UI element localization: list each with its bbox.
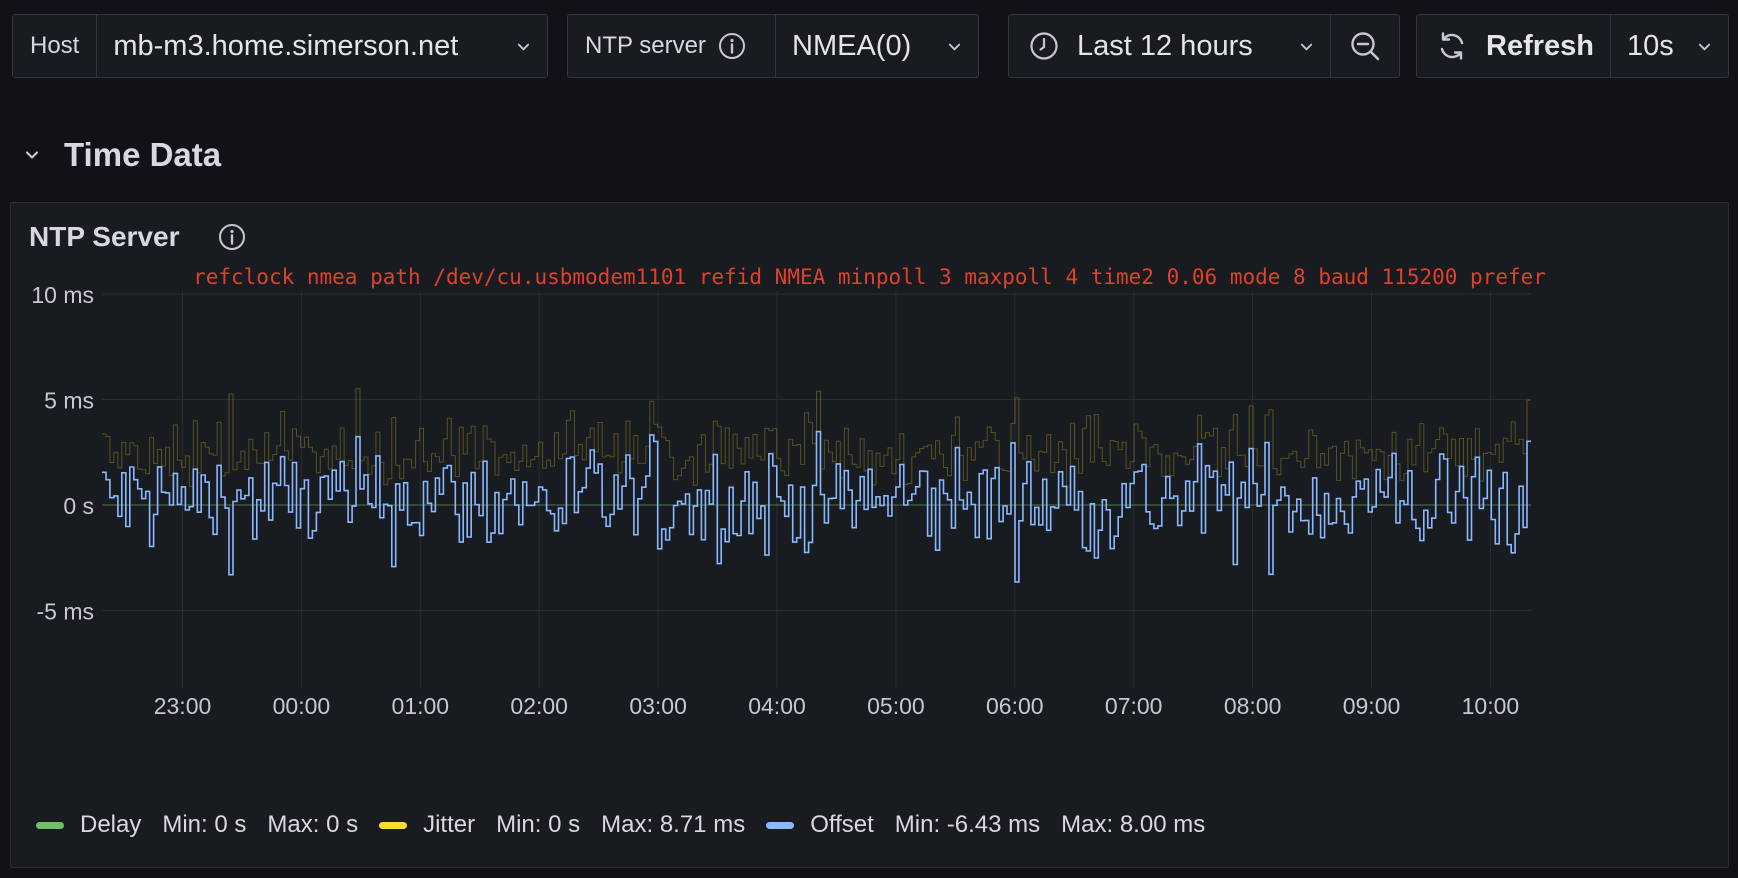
x-tick-label: 04:00	[748, 693, 806, 719]
row-title: Time Data	[64, 136, 222, 173]
refresh-button[interactable]: Refresh	[1417, 15, 1610, 77]
y-tick-label: 10 ms	[31, 282, 94, 308]
legend-max: Max: 8.00 ms	[1061, 811, 1206, 838]
x-axis: 23:00 00:00 01:00 02:00 03:00 04:00 05:00 06:00…	[154, 693, 1519, 719]
x-tick-label: 00:00	[273, 693, 331, 719]
host-value: mb-m3.home.simerson.net	[113, 29, 459, 62]
chart-series	[102, 388, 1531, 583]
x-tick-label: 01:00	[392, 693, 450, 719]
x-tick-label: 09:00	[1343, 693, 1401, 719]
ntp-server-picker: NTP server NMEA(0)	[567, 14, 979, 78]
legend-min: Min: 0 s	[162, 811, 247, 838]
refresh-interval-select[interactable]: 10s	[1610, 15, 1728, 77]
legend-max: Max: 0 s	[267, 811, 359, 838]
x-tick-label: 02:00	[510, 693, 568, 719]
clock-icon	[1029, 31, 1059, 61]
chevron-down-icon	[24, 147, 40, 163]
refresh-label: Refresh	[1486, 29, 1594, 62]
refresh-picker: Refresh 10s	[1416, 14, 1729, 78]
zoom-out-button[interactable]	[1330, 15, 1399, 77]
x-tick-label: 03:00	[629, 693, 687, 719]
ntp-server-panel: NTP Server refclock nmea path /dev/cu.us…	[10, 202, 1729, 868]
legend-name: Delay	[80, 811, 142, 838]
x-tick-label: 05:00	[867, 693, 925, 719]
x-tick-label: 23:00	[154, 693, 212, 719]
x-tick-label: 10:00	[1462, 693, 1520, 719]
chevron-down-icon	[1299, 39, 1314, 54]
info-icon[interactable]	[718, 32, 746, 60]
time-range-picker: Last 12 hours	[1008, 14, 1400, 78]
time-range-button[interactable]: Last 12 hours	[1009, 15, 1330, 77]
legend-swatch	[766, 821, 795, 829]
ntp-server-label: NTP server	[568, 15, 775, 77]
refresh-interval-value: 10s	[1627, 29, 1674, 62]
x-tick-label: 07:00	[1105, 693, 1163, 719]
x-tick-label: 08:00	[1224, 693, 1282, 719]
legend-item-jitter[interactable]: Jitter Min: 0 s Max: 8.71 ms	[379, 811, 745, 839]
time-range-label: Last 12 hours	[1077, 29, 1253, 62]
y-tick-label: 0 s	[63, 493, 94, 519]
host-label: Host	[13, 15, 97, 77]
legend-item-offset[interactable]: Offset Min: -6.43 ms Max: 8.00 ms	[766, 811, 1205, 839]
legend-max: Max: 8.71 ms	[601, 811, 746, 838]
host-picker: Host mb-m3.home.simerson.net	[12, 14, 548, 78]
refresh-icon	[1436, 30, 1468, 62]
x-tick-label: 06:00	[986, 693, 1044, 719]
legend-swatch	[379, 821, 408, 829]
y-axis: 10 ms 5 ms 0 s -5 ms	[31, 282, 94, 625]
zoom-out-icon	[1349, 30, 1381, 62]
chevron-down-icon	[1697, 39, 1712, 54]
legend-item-delay[interactable]: Delay Min: 0 s Max: 0 s	[36, 811, 358, 839]
row-header-time-data[interactable]: Time Data	[24, 132, 221, 178]
ntp-server-value: NMEA(0)	[792, 29, 912, 62]
y-tick-label: 5 ms	[44, 388, 94, 414]
legend-min: Min: -6.43 ms	[894, 811, 1041, 838]
y-tick-label: -5 ms	[37, 599, 95, 625]
legend-swatch	[36, 821, 64, 829]
host-select[interactable]: mb-m3.home.simerson.net	[96, 15, 547, 77]
chevron-down-icon	[516, 39, 531, 54]
ntp-server-label-text: NTP server	[585, 32, 706, 59]
legend-name: Offset	[810, 811, 874, 838]
ntp-server-select[interactable]: NMEA(0)	[775, 15, 978, 77]
chart-legend: Delay Min: 0 s Max: 0 s Jitter Min: 0 s Max: …	[36, 811, 1226, 839]
chevron-down-icon	[947, 39, 962, 54]
legend-min: Min: 0 s	[496, 811, 581, 838]
legend-name: Jitter	[423, 811, 476, 838]
time-series-chart[interactable]: 10 ms 5 ms 0 s -5 ms 23:00 00:00 01:00 02:00 03…	[11, 203, 1728, 803]
